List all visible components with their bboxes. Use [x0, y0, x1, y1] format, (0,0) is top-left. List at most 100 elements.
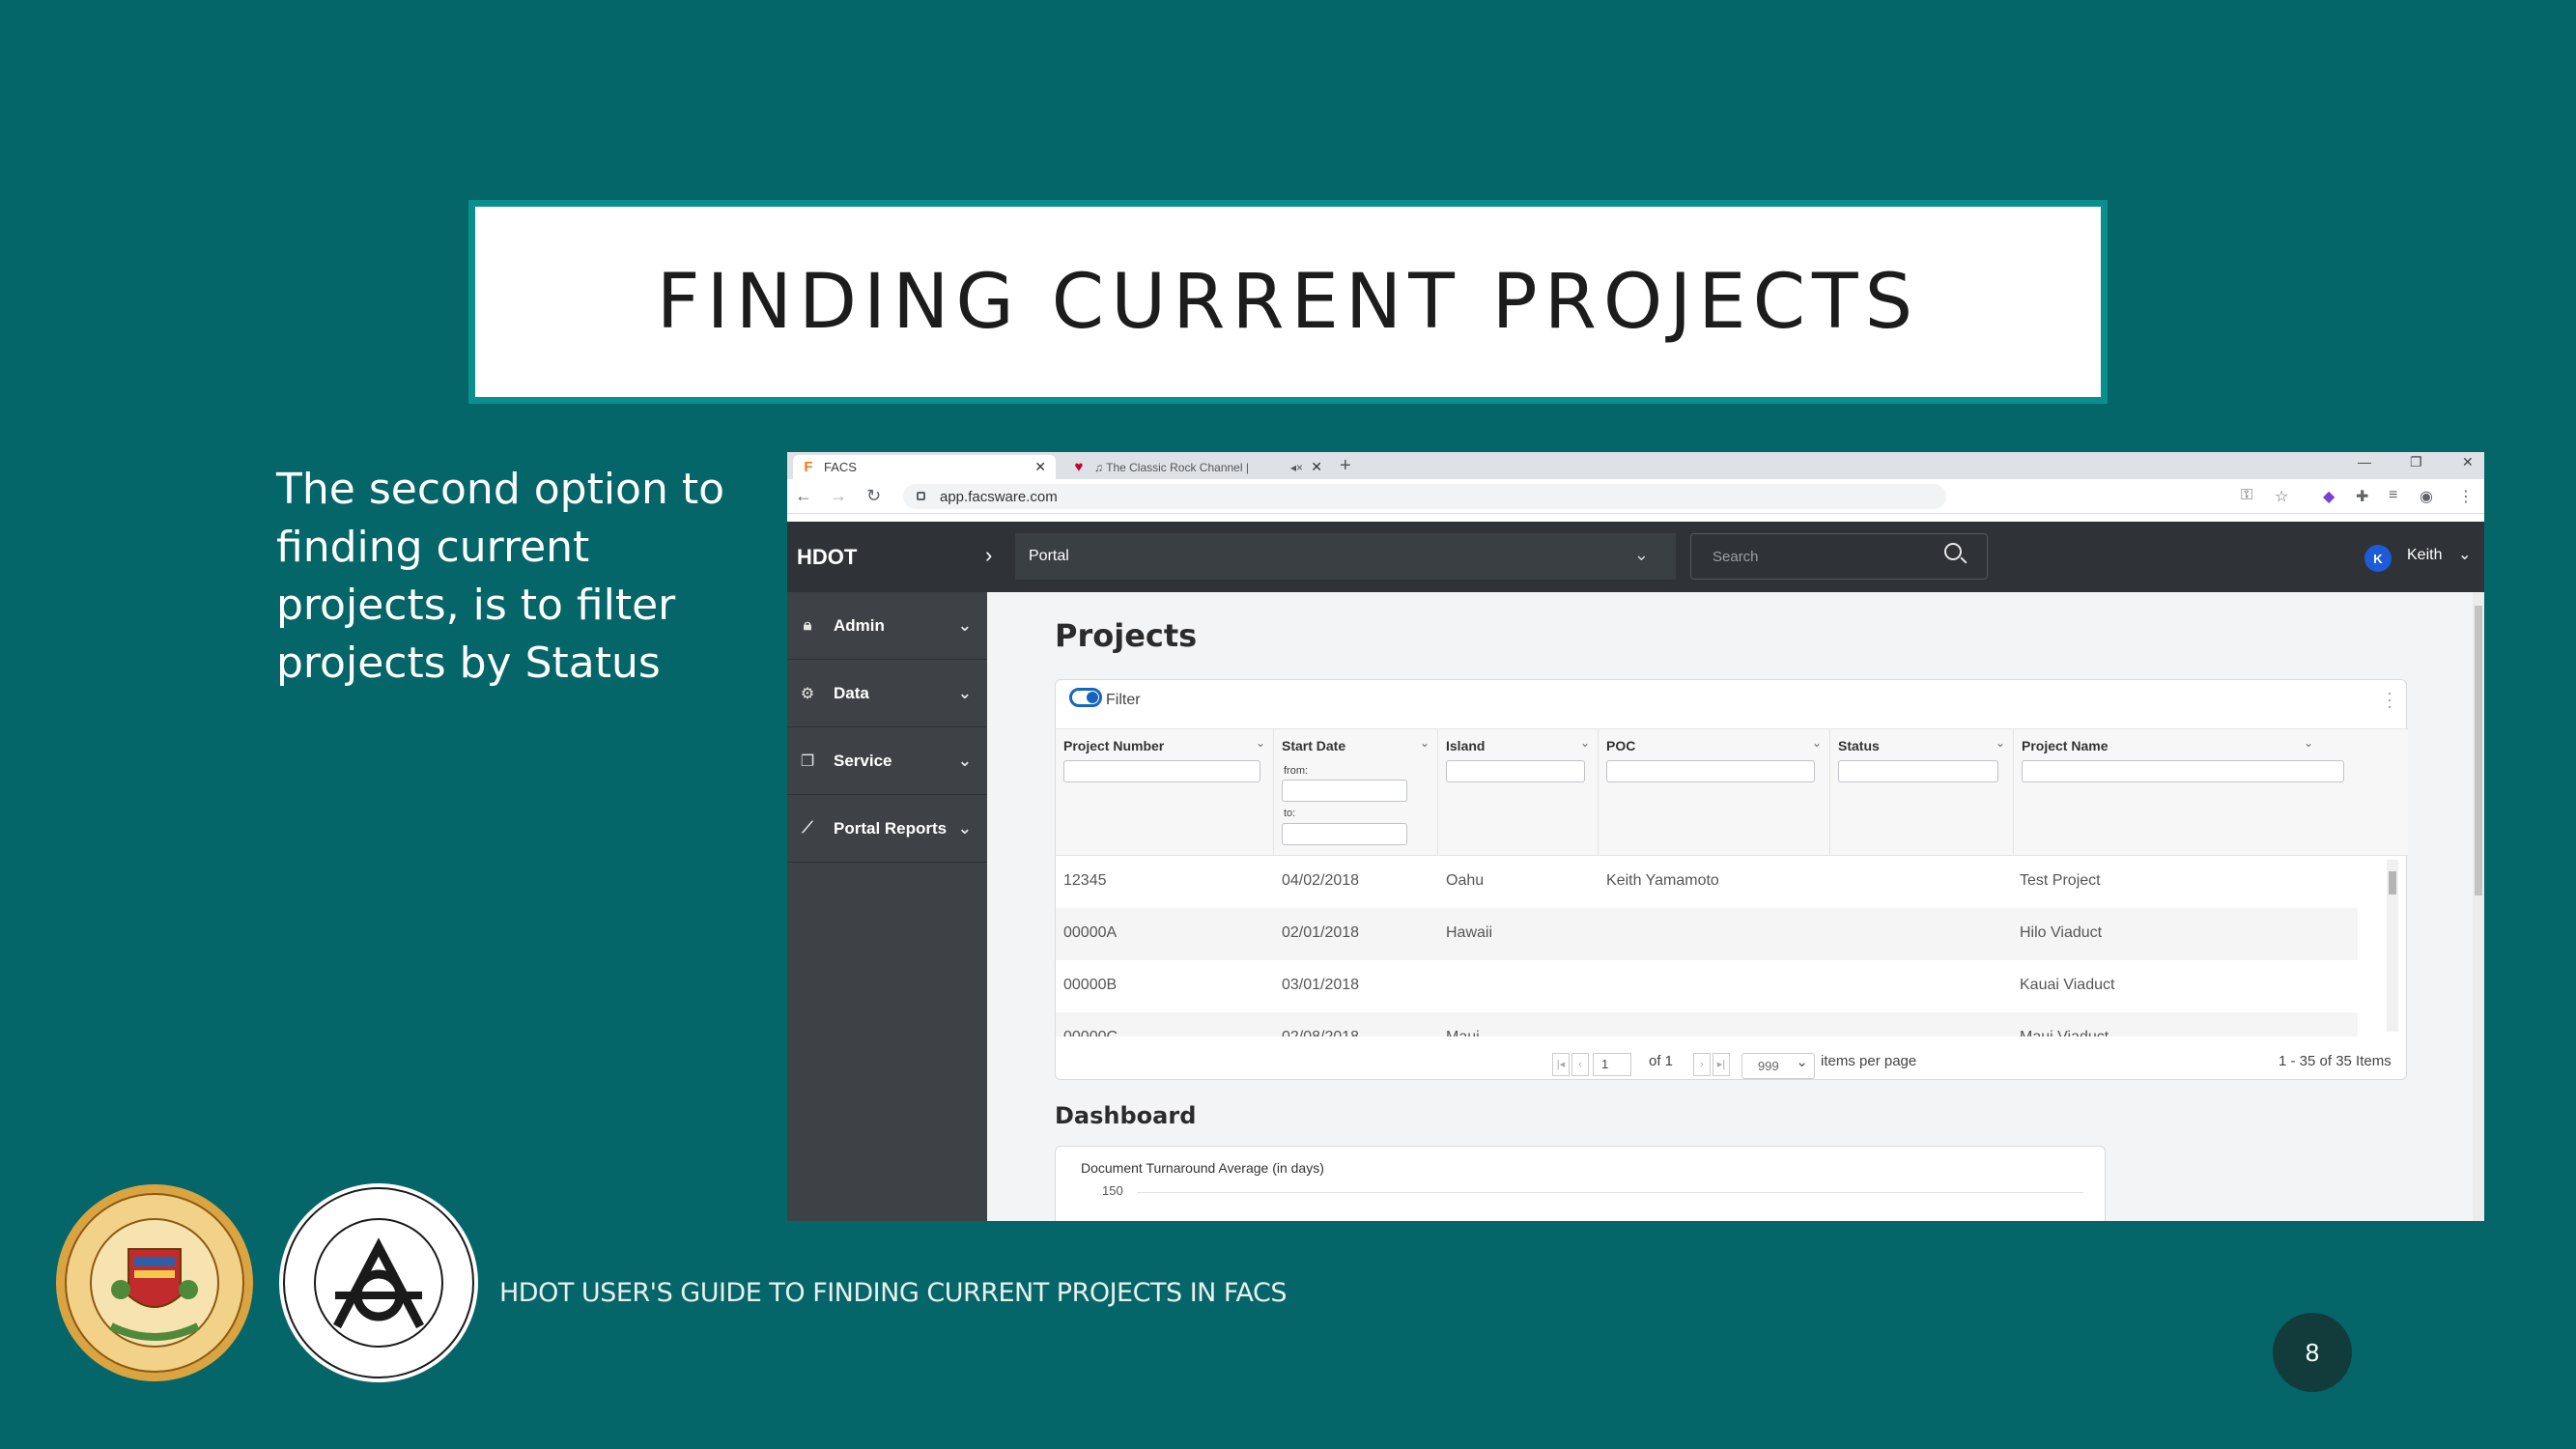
- address-bar: ← → ↻ app.facsware.com ⚿ ☆ ◆ ✚ ≡ ◉ ⋮: [787, 479, 2484, 514]
- page-input[interactable]: 1: [1593, 1053, 1631, 1076]
- status-filter-input[interactable]: [1838, 760, 1998, 782]
- column-header-status[interactable]: Status ⌄: [1830, 728, 2014, 856]
- slide-title-box: FINDING CURRENT PROJECTS: [468, 200, 2108, 404]
- poc-filter-input[interactable]: [1606, 760, 1815, 782]
- dashboard-heading: Dashboard: [1055, 1102, 1197, 1129]
- sidebar-item-data[interactable]: ⚙ Data ⌄: [787, 660, 987, 727]
- sidebar-item-label: Admin: [834, 615, 885, 635]
- main-scrollbar[interactable]: [2473, 592, 2484, 1221]
- column-header-island[interactable]: Island ⌄: [1438, 728, 1599, 856]
- state-of-hawaii-seal: [56, 1184, 253, 1381]
- mute-tab-icon[interactable]: ◂×: [1290, 461, 1303, 474]
- profile-icon[interactable]: ◉: [2420, 487, 2433, 506]
- user-name[interactable]: Keith: [2407, 547, 2442, 564]
- last-page-icon[interactable]: ▸|: [1713, 1053, 1730, 1076]
- column-header-project-name[interactable]: Project Name ⌄: [2014, 728, 2362, 856]
- more-options-icon[interactable]: · · ·: [2387, 684, 2392, 715]
- reload-icon[interactable]: ↻: [866, 486, 881, 506]
- cell-project-name: Hilo Viaduct: [2020, 924, 2103, 941]
- filter-toggle[interactable]: [1069, 688, 1102, 707]
- cell-project-name: Kauai Viaduct: [2020, 977, 2115, 993]
- island-filter-input[interactable]: [1446, 760, 1585, 782]
- start-date-from-input[interactable]: [1282, 780, 1407, 802]
- chevron-down-icon[interactable]: ⌄: [2304, 736, 2313, 750]
- chevron-down-icon[interactable]: ⌄: [1996, 736, 2005, 750]
- portal-select-value: Portal: [1029, 548, 1069, 564]
- chevron-down-icon: ⌄: [957, 615, 972, 635]
- projects-grid-panel: Filter · · · Project Number ⌄ Start Date ⌄…: [1055, 679, 2408, 1080]
- table-row[interactable]: 00000A 02/01/2018 Hawaii Hilo Viaduct: [1056, 908, 2358, 960]
- start-date-to-input[interactable]: [1282, 823, 1407, 845]
- search-input[interactable]: Search: [1690, 533, 1988, 580]
- forward-arrow-icon[interactable]: →: [830, 486, 847, 506]
- new-tab-icon[interactable]: +: [1340, 455, 1351, 477]
- sidebar-item-portal-reports[interactable]: ⟋ Portal Reports ⌄: [787, 795, 987, 863]
- page-number-badge: 8: [2273, 1313, 2352, 1392]
- cell-project-number: 00000C: [1063, 1029, 1118, 1037]
- table-row[interactable]: 12345 04/02/2018 Oahu Keith Yamamoto Tes…: [1056, 856, 2358, 908]
- cell-island: Oahu: [1446, 872, 1485, 889]
- copy-icon: ❐: [800, 753, 815, 770]
- search-icon[interactable]: [1944, 543, 1962, 560]
- url-field[interactable]: app.facsware.com: [903, 484, 1946, 509]
- chevron-down-icon[interactable]: ⌄: [1256, 736, 1265, 750]
- project-name-filter-input[interactable]: [2022, 760, 2344, 782]
- sidebar-item-admin[interactable]: 🔒︎ Admin ⌄: [787, 592, 987, 660]
- cell-project-name: Test Project: [2020, 872, 2101, 889]
- minimize-icon[interactable]: —: [2358, 454, 2371, 469]
- app-header: HDOT › Portal ⌄ Search K Keith ⌄: [787, 522, 2484, 592]
- projects-heading: Projects: [1055, 617, 1198, 654]
- close-window-icon[interactable]: ✕: [2462, 454, 2474, 470]
- extension-icon[interactable]: ◆: [2323, 487, 2335, 506]
- chart-y-tick: 150: [1102, 1183, 1123, 1198]
- browser-tab-radio[interactable]: ♥ ♫ The Classic Rock Channel | ◂× ✕: [1063, 455, 1332, 479]
- chevron-down-icon[interactable]: ⌄: [2458, 545, 2471, 564]
- table-row[interactable]: 00000C 02/08/2018 Maui Maui Viaduct: [1056, 1012, 2358, 1037]
- chevron-down-icon[interactable]: ⌄: [1812, 736, 1822, 750]
- project-number-filter-input[interactable]: [1063, 760, 1260, 782]
- cell-poc: Keith Yamamoto: [1606, 872, 1719, 889]
- chart-title: Document Turnaround Average (in days): [1081, 1160, 1324, 1176]
- cell-project-number: 12345: [1063, 872, 1107, 889]
- pager: |◂ ‹ 1 of 1 › ▸| 999 items per page 1 - …: [1056, 1039, 2408, 1079]
- slide-title: FINDING CURRENT PROJECTS: [656, 258, 1920, 346]
- next-page-icon[interactable]: ›: [1693, 1053, 1711, 1076]
- facs-favicon-icon: F: [804, 459, 813, 475]
- lock-icon: 🔒︎: [803, 616, 812, 634]
- close-tab-icon[interactable]: ✕: [1034, 459, 1046, 475]
- pager-summary: 1 - 35 of 35 Items: [2279, 1053, 2392, 1069]
- chevron-down-icon[interactable]: ⌄: [1420, 736, 1430, 750]
- chevron-down-icon: ⌄: [957, 751, 972, 770]
- avatar[interactable]: K: [2364, 545, 2392, 572]
- grid-scrollbar[interactable]: [2387, 860, 2398, 1032]
- per-page-select[interactable]: 999: [1741, 1050, 1815, 1079]
- column-header-project-number[interactable]: Project Number ⌄: [1056, 728, 1274, 856]
- cell-start-date: 02/01/2018: [1282, 924, 1360, 941]
- browser-tab-facs[interactable]: F FACS ✕: [793, 455, 1056, 479]
- prev-page-icon[interactable]: ‹: [1571, 1053, 1589, 1076]
- restore-icon[interactable]: ❐: [2410, 454, 2422, 470]
- close-tab-icon[interactable]: ✕: [1311, 459, 1322, 475]
- column-label: Project Number: [1063, 738, 1165, 753]
- first-page-icon[interactable]: |◂: [1552, 1053, 1570, 1076]
- sidebar-item-service[interactable]: ❐ Service ⌄: [787, 727, 987, 795]
- column-label: Project Name: [2022, 738, 2109, 753]
- cell-project-number: 00000B: [1063, 977, 1118, 993]
- sidebar-item-label: Service: [834, 751, 892, 770]
- key-icon[interactable]: ⚿: [2241, 487, 2252, 504]
- grid-rows: 12345 04/02/2018 Oahu Keith Yamamoto Tes…: [1056, 856, 2408, 1037]
- portal-select[interactable]: Portal ⌄: [1015, 533, 1676, 580]
- column-header-start-date[interactable]: Start Date ⌄ from: to:: [1274, 728, 1438, 856]
- table-row[interactable]: 00000B 03/01/2018 Kauai Viaduct: [1056, 960, 2358, 1012]
- page-count: of 1: [1649, 1053, 1674, 1069]
- column-header-poc[interactable]: POC ⌄: [1599, 728, 1830, 856]
- bookmark-star-icon[interactable]: ☆: [2275, 487, 2288, 506]
- browser-menu-icon[interactable]: ⋮: [2458, 487, 2474, 506]
- back-arrow-icon[interactable]: ←: [795, 486, 812, 506]
- chevron-down-icon[interactable]: ⌄: [1580, 736, 1590, 750]
- chart-gridline: [1137, 1192, 2083, 1193]
- chevron-right-icon[interactable]: ›: [985, 543, 992, 568]
- slide-footer: HDOT USER'S GUIDE TO FINDING CURRENT PRO…: [499, 1278, 1287, 1308]
- puzzle-icon[interactable]: ✚: [2356, 487, 2368, 506]
- reading-list-icon[interactable]: ≡: [2389, 487, 2397, 504]
